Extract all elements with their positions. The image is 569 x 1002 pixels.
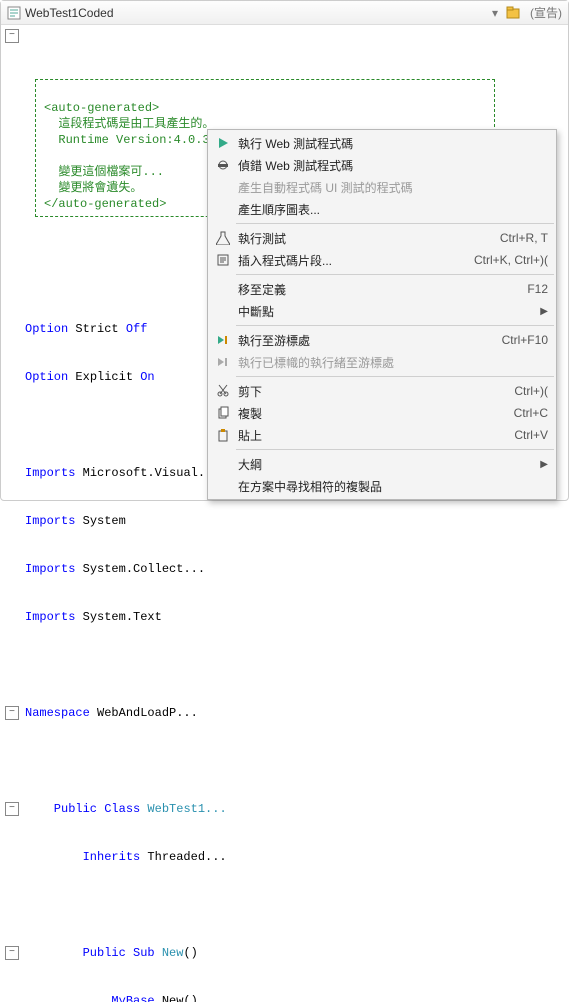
copy-icon [212, 406, 234, 420]
menu-item-label: 執行 Web 測試程式碼 [234, 135, 548, 152]
menu-item[interactable]: 剪下 Ctrl+)( [208, 380, 556, 402]
menu-item-label: 偵錯 Web 測試程式碼 [234, 157, 548, 174]
menu-item-label: 移至定義 [234, 281, 515, 298]
menu-item: 執行已標幟的執行緒至游標處 [208, 351, 556, 373]
tab-title[interactable]: WebTest1Coded [25, 6, 114, 20]
code-file-icon [7, 5, 25, 20]
submenu-arrow-icon: ▶ [540, 459, 548, 470]
menu-item[interactable]: 執行 Web 測試程式碼 [208, 132, 556, 154]
debug-icon [212, 158, 234, 172]
menu-item[interactable]: 偵錯 Web 測試程式碼 [208, 154, 556, 176]
submenu-arrow-icon: ▶ [540, 306, 548, 317]
menu-separator [236, 376, 554, 377]
menu-item[interactable]: 大綱 ▶ [208, 453, 556, 475]
cut-icon [212, 384, 234, 398]
declaration-dropdown[interactable]: (宣告) [530, 4, 562, 21]
menu-item-label: 執行至游標處 [234, 332, 490, 349]
menu-item-label: 在方案中尋找相符的複製品 [234, 478, 548, 495]
menu-item-label: 剪下 [234, 383, 502, 400]
menu-item[interactable]: 中斷點 ▶ [208, 300, 556, 322]
menu-item-label: 貼上 [234, 427, 502, 444]
fold-toggle[interactable]: − [5, 802, 19, 816]
menu-item[interactable]: 執行至游標處 Ctrl+F10 [208, 329, 556, 351]
menu-separator [236, 449, 554, 450]
dropdown-arrow-icon[interactable]: ▾ [492, 6, 498, 20]
menu-separator [236, 325, 554, 326]
menu-item[interactable]: 移至定義 F12 [208, 278, 556, 300]
menu-item[interactable]: 貼上 Ctrl+V [208, 424, 556, 446]
paste-icon [212, 428, 234, 442]
menu-item-shortcut: F12 [527, 282, 548, 296]
flask-icon [212, 231, 234, 245]
menu-item-label: 中斷點 [234, 303, 532, 320]
context-menu: 執行 Web 測試程式碼偵錯 Web 測試程式碼產生自動程式碼 UI 測試的程式… [207, 129, 557, 500]
module-icon[interactable] [506, 5, 524, 20]
runto2-icon [212, 355, 234, 369]
menu-item[interactable]: 在方案中尋找相符的複製品 [208, 475, 556, 497]
menu-item-label: 大綱 [234, 456, 532, 473]
menu-item-shortcut: Ctrl+R, T [500, 231, 548, 245]
fold-toggle[interactable]: − [5, 946, 19, 960]
menu-item-shortcut: Ctrl+V [514, 428, 548, 442]
menu-item-label: 複製 [234, 405, 502, 422]
menu-item: 產生自動程式碼 UI 測試的程式碼 [208, 176, 556, 198]
runto-icon [212, 333, 234, 347]
tab-bar: WebTest1Coded ▾ (宣告) [1, 1, 568, 25]
menu-separator [236, 223, 554, 224]
menu-item[interactable]: 執行測試 Ctrl+R, T [208, 227, 556, 249]
menu-item[interactable]: 插入程式碼片段... Ctrl+K, Ctrl+)( [208, 249, 556, 271]
menu-item-label: 執行測試 [234, 230, 488, 247]
menu-item-shortcut: Ctrl+F10 [502, 333, 548, 347]
menu-item-shortcut: Ctrl+C [514, 406, 548, 420]
run-icon [212, 136, 234, 150]
fold-toggle[interactable]: − [5, 706, 19, 720]
snippet-icon [212, 253, 234, 267]
menu-item[interactable]: 複製 Ctrl+C [208, 402, 556, 424]
menu-item-label: 產生順序圖表... [234, 201, 548, 218]
menu-item-shortcut: Ctrl+)( [514, 384, 548, 398]
menu-item-label: 插入程式碼片段... [234, 252, 462, 269]
fold-toggle[interactable]: − [5, 29, 19, 43]
menu-item-label: 產生自動程式碼 UI 測試的程式碼 [234, 179, 548, 196]
menu-item-label: 執行已標幟的執行緒至游標處 [234, 354, 548, 371]
menu-item[interactable]: 產生順序圖表... [208, 198, 556, 220]
menu-separator [236, 274, 554, 275]
menu-item-shortcut: Ctrl+K, Ctrl+)( [474, 253, 548, 267]
